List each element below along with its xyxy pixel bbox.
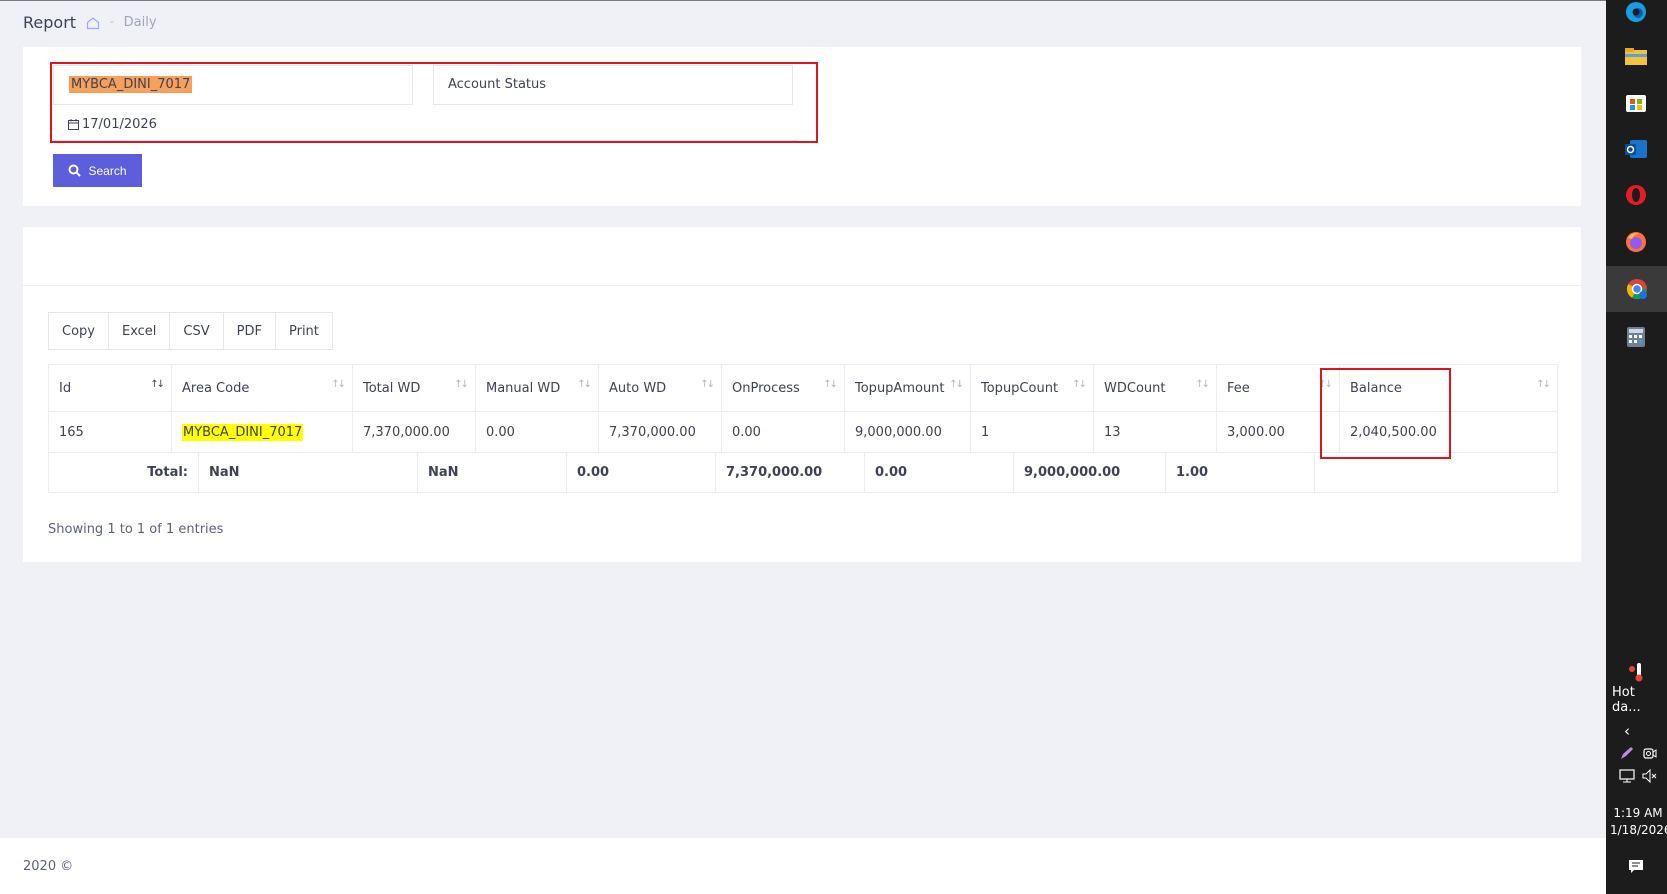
chrome-profile-icon[interactable] [1606, 266, 1667, 312]
sort-icon[interactable]: ↑↓ [1536, 379, 1551, 390]
search-label: Search [88, 163, 127, 178]
sort-icon[interactable]: ↑↓ [823, 379, 838, 390]
footer-cell: 1.00 [1165, 452, 1315, 493]
sort-icon[interactable]: ↑↓ [454, 379, 469, 390]
footer-cell: NaN [417, 452, 567, 493]
pen-icon[interactable] [1618, 744, 1636, 762]
calculator-icon[interactable] [1624, 325, 1648, 349]
edge-icon[interactable] [1624, 0, 1648, 24]
sort-icon[interactable]: ↑↓ [331, 379, 346, 390]
page-footer: 2020 © [0, 838, 1606, 894]
sort-icon[interactable]: ↑↓ [1195, 379, 1210, 390]
sort-icon[interactable]: ↑↓ [150, 379, 165, 390]
cell-topupamount: 9,000,000.00 [844, 411, 971, 453]
sort-icon[interactable]: ↑↓ [949, 379, 964, 390]
breadcrumb: Report - Daily [23, 13, 157, 32]
footer-cell: 9,000,000.00 [1013, 452, 1166, 493]
outlook-icon[interactable] [1624, 137, 1648, 161]
footer-total-label: Total: [48, 452, 199, 493]
column-header-total-wd[interactable]: Total WD ↑↓ [352, 364, 476, 412]
column-header-area-code[interactable]: Area Code ↑↓ [171, 364, 353, 412]
table-info: Showing 1 to 1 of 1 entries [48, 522, 224, 537]
chevron-left-icon[interactable]: ‹ [1624, 722, 1630, 740]
export-toolbar: Copy Excel CSV PDF Print [48, 312, 333, 350]
print-button[interactable]: Print [274, 312, 333, 350]
clock[interactable]: 1:19 AM 1/18/2026 [1610, 805, 1667, 839]
column-header-auto-wd[interactable]: Auto WD ↑↓ [598, 364, 722, 412]
clock-date: 1/18/2026 [1610, 823, 1667, 837]
clock-time: 1:19 AM [1613, 806, 1663, 820]
notification-icon[interactable] [1624, 855, 1648, 877]
copy-button[interactable]: Copy [48, 312, 109, 350]
footer-cell: 0.00 [864, 452, 1014, 493]
page-title: Report [23, 13, 77, 32]
cell-onprocess: 0.00 [721, 411, 845, 453]
column-header-manual-wd[interactable]: Manual WD ↑↓ [475, 364, 599, 412]
column-header-topupamount[interactable]: TopupAmount ↑↓ [844, 364, 971, 412]
thermometer-icon[interactable] [1624, 660, 1648, 684]
cell-area-code: MYBCA_DINI_7017 [171, 411, 353, 453]
annotation-box-filters [50, 62, 818, 143]
excel-button[interactable]: Excel [107, 312, 171, 350]
file-explorer-icon[interactable] [1624, 44, 1648, 68]
firefox-icon[interactable] [1624, 230, 1648, 254]
cell-topupcount: 1 [970, 411, 1094, 453]
annotation-box-fee [1320, 368, 1451, 459]
search-icon [68, 164, 82, 177]
store-icon[interactable] [1624, 90, 1648, 114]
cell-auto-wd: 7,370,000.00 [598, 411, 722, 453]
footer-cell: 0.00 [566, 452, 716, 493]
breadcrumb-item-daily[interactable]: Daily [124, 15, 157, 30]
pdf-button[interactable]: PDF [222, 312, 276, 350]
volume-muted-icon[interactable] [1641, 767, 1659, 785]
meet-now-icon[interactable] [1641, 744, 1659, 762]
taskbar: Hot da... ‹ 1:19 AM 1/18/2026 [1606, 0, 1667, 894]
network-icon[interactable] [1618, 767, 1636, 785]
sort-icon[interactable]: ↑↓ [577, 379, 592, 390]
area-code-highlight: MYBCA_DINI_7017 [182, 423, 304, 441]
column-header-wdcount[interactable]: WDCount ↑↓ [1093, 364, 1217, 412]
search-button[interactable]: Search [53, 154, 142, 187]
column-header-topupcount[interactable]: TopupCount ↑↓ [970, 364, 1094, 412]
sort-icon[interactable]: ↑↓ [700, 379, 715, 390]
opera-icon[interactable] [1624, 183, 1648, 207]
home-icon[interactable] [86, 16, 100, 30]
footer-cell: 7,370,000.00 [715, 452, 865, 493]
results-card-header [23, 227, 1581, 286]
column-header-onprocess[interactable]: OnProcess ↑↓ [721, 364, 845, 412]
cell-manual-wd: 0.00 [475, 411, 599, 453]
csv-button[interactable]: CSV [169, 312, 224, 350]
sort-icon[interactable]: ↑↓ [1072, 379, 1087, 390]
weather-label[interactable]: Hot da... [1612, 685, 1667, 715]
cell-wdcount: 13 [1093, 411, 1217, 453]
cell-total-wd: 7,370,000.00 [352, 411, 476, 453]
copyright-text: 2020 © [23, 859, 74, 874]
footer-cell: NaN [198, 452, 418, 493]
results-card: Copy Excel CSV PDF Print Id ↑↓ Area Code ↑… [23, 227, 1581, 562]
filter-card: MYBCA_DINI_7017 Account Status 17/01/202… [23, 47, 1581, 206]
cell-id: 165 [48, 411, 172, 453]
main-content: Report - Daily MYBCA_DINI_7017 Account S… [0, 0, 1606, 894]
top-border [0, 0, 1606, 1]
breadcrumb-separator: - [110, 17, 114, 28]
column-header-id[interactable]: Id ↑↓ [48, 364, 172, 412]
